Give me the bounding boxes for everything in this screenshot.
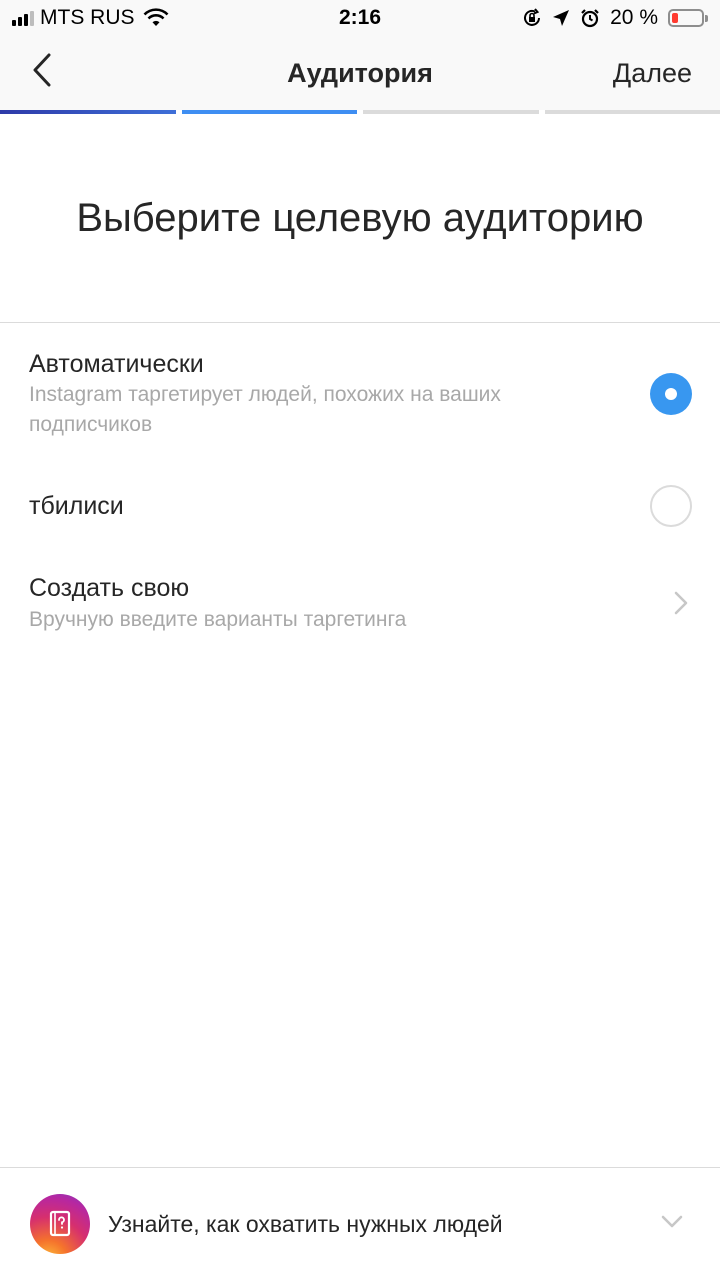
help-banner[interactable]: Узнайте, как охватить нужных людей (0, 1168, 720, 1280)
option-subtitle: Вручную введите варианты таргетинга (29, 608, 407, 631)
progress-step-3 (363, 110, 539, 114)
option-title: Создать свою (29, 574, 190, 602)
orientation-lock-icon (524, 8, 541, 26)
location-arrow-icon (553, 10, 570, 26)
radio-button[interactable] (650, 485, 692, 527)
book-question-icon (49, 1210, 71, 1237)
option-create-custom[interactable]: Создать свою Вручную введите варианты та… (0, 560, 720, 650)
status-bar: MTS RUS 2:16 20 % (0, 0, 720, 36)
option-subtitle: Instagram таргетирует людей, похожих на … (29, 383, 501, 436)
radio-button-selected[interactable] (650, 373, 692, 415)
progress-step-1 (0, 110, 176, 114)
chevron-right-icon (674, 591, 688, 615)
section-heading: Выберите целевую аудиторию (76, 196, 644, 240)
next-button[interactable]: Далее (613, 58, 692, 89)
option-automatic[interactable]: Автоматически Instagram таргетирует люде… (0, 340, 720, 460)
divider (0, 322, 720, 323)
progress-step-2 (181, 110, 357, 114)
option-title: Автоматически (29, 350, 204, 378)
status-right: 20 % (522, 6, 708, 30)
help-text: Узнайте, как охватить нужных людей (108, 1211, 503, 1237)
battery-level (672, 13, 678, 23)
screen: MTS RUS 2:16 20 % Аудитория Далее Выбери… (0, 0, 720, 1280)
battery-icon (668, 9, 708, 27)
help-book-icon (30, 1194, 90, 1254)
navigation-bar: Аудитория Далее (0, 36, 720, 110)
alarm-icon (581, 9, 599, 28)
progress-step-4 (544, 110, 720, 114)
option-tbilisi[interactable]: тбилиси (0, 470, 720, 540)
chevron-down-icon[interactable] (660, 1214, 684, 1230)
step-progress (0, 110, 720, 115)
battery-percent: 20 % (610, 6, 658, 29)
option-title: тбилиси (29, 492, 124, 520)
